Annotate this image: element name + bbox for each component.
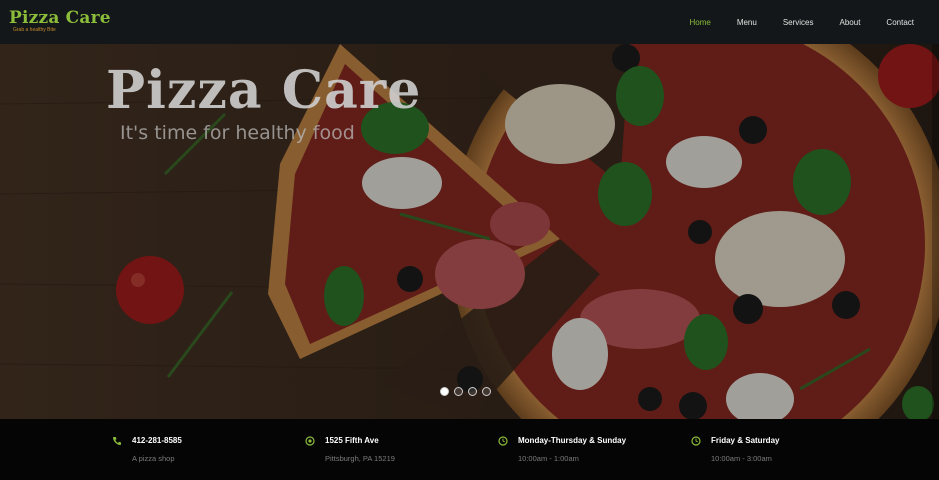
phone-icon [112, 436, 122, 446]
slider-dot-3[interactable] [468, 387, 477, 396]
hero-slider: Pizza Care It's time for healthy food [0, 44, 939, 419]
nav-home[interactable]: Home [689, 18, 710, 27]
info-hours-weekend-sub: 10:00am - 3:00am [711, 454, 772, 463]
slider-pagination [440, 387, 496, 396]
slider-dot-1[interactable] [440, 387, 449, 396]
clock-icon [691, 436, 701, 446]
info-address-title: 1525 Fifth Ave [325, 436, 379, 445]
info-hours-weekend-title: Friday & Saturday [711, 436, 780, 445]
info-hours-weekday-title: Monday-Thursday & Sunday [518, 436, 627, 445]
info-address-sub: Pittsburgh, PA 15219 [325, 454, 395, 463]
info-bar: 412-281-8585 A pizza shop 1525 Fifth Ave… [0, 419, 939, 480]
hero-title: Pizza Care [106, 60, 422, 121]
brand-logo[interactable]: Pizza Care Grab a healthy Bite [9, 9, 111, 33]
hero-subtitle: It's time for healthy food [120, 122, 355, 144]
main-nav: Home Menu Services About Contact [663, 0, 914, 44]
nav-services[interactable]: Services [783, 18, 814, 27]
slider-dot-4[interactable] [482, 387, 491, 396]
info-phone-title[interactable]: 412-281-8585 [132, 436, 182, 445]
clock-icon [498, 436, 508, 446]
nav-contact[interactable]: Contact [886, 18, 914, 27]
location-icon [305, 436, 315, 446]
nav-menu[interactable]: Menu [737, 18, 757, 27]
top-navbar: Pizza Care Grab a healthy Bite Home Menu… [0, 0, 939, 44]
info-phone-sub: A pizza shop [132, 454, 175, 463]
slider-dot-2[interactable] [454, 387, 463, 396]
info-hours-weekday-sub: 10:00am - 1:00am [518, 454, 579, 463]
brand-name: Pizza Care [9, 8, 111, 28]
nav-about[interactable]: About [840, 18, 861, 27]
scrollbar[interactable] [932, 44, 939, 419]
